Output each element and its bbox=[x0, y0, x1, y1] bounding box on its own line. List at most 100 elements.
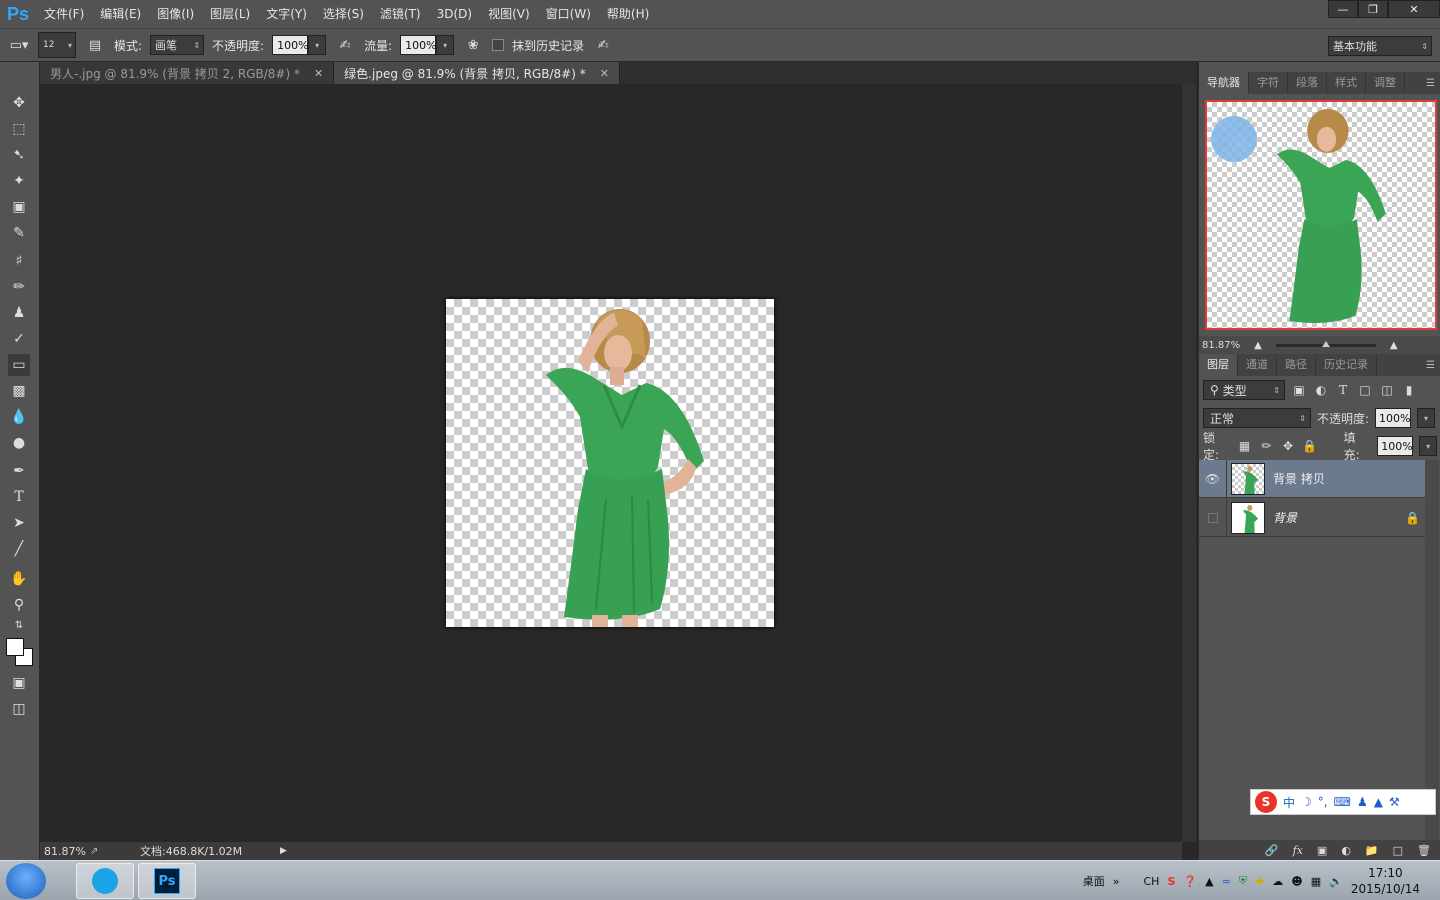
taskbar-app-browser[interactable] bbox=[76, 863, 134, 899]
ime-chinese-mode[interactable]: 中 bbox=[1283, 794, 1295, 811]
tab-styles[interactable]: 样式 bbox=[1327, 72, 1366, 94]
hand-tool-icon[interactable]: ✋ bbox=[8, 568, 30, 590]
tab-paths[interactable]: 路径 bbox=[1277, 354, 1316, 376]
start-button[interactable] bbox=[6, 863, 46, 899]
close-icon[interactable]: ✕ bbox=[600, 67, 609, 80]
tab-paragraph[interactable]: 段落 bbox=[1288, 72, 1327, 94]
swap-colors-icon[interactable]: ⇅ bbox=[8, 618, 30, 632]
move-tool-icon[interactable]: ✥ bbox=[8, 92, 30, 114]
menu-layer[interactable]: 图层(L) bbox=[202, 0, 258, 28]
menu-help[interactable]: 帮助(H) bbox=[599, 0, 657, 28]
brush-panel-icon[interactable]: ▤ bbox=[84, 34, 106, 56]
tab-navigator[interactable]: 导航器 bbox=[1199, 72, 1249, 94]
flow-input[interactable]: 100% bbox=[400, 35, 437, 55]
eye-icon[interactable]: 👁 bbox=[1199, 459, 1227, 498]
stamp-tool-icon[interactable]: ♟ bbox=[8, 302, 30, 324]
share-icon[interactable]: ⇗ bbox=[90, 846, 140, 857]
tab-layers[interactable]: 图层 bbox=[1199, 354, 1238, 376]
tray-expand-icon[interactable]: ▲ bbox=[1205, 875, 1213, 888]
opacity-dropdown[interactable]: ▾ bbox=[308, 35, 327, 55]
menu-select[interactable]: 选择(S) bbox=[315, 0, 372, 28]
skin-icon[interactable]: ▲ bbox=[1374, 795, 1383, 809]
qq-icon[interactable]: ☻ bbox=[1291, 875, 1302, 888]
foreground-color-swatch[interactable] bbox=[6, 638, 24, 656]
network-icon[interactable]: ☁ bbox=[1272, 875, 1283, 888]
filter-toggle-icon[interactable]: ▮ bbox=[1401, 382, 1417, 398]
layer-row-background[interactable]: 背景 🔒 bbox=[1199, 498, 1425, 537]
lock-all-icon[interactable]: 🔒 bbox=[1302, 438, 1318, 454]
layer-name[interactable]: 背景 bbox=[1273, 509, 1405, 526]
tab-history[interactable]: 历史记录 bbox=[1316, 354, 1377, 376]
menu-3d[interactable]: 3D(D) bbox=[429, 0, 480, 28]
tray-app-icon[interactable]: ✚ bbox=[1255, 875, 1264, 888]
dodge-tool-icon[interactable]: ● bbox=[8, 432, 30, 454]
tab-adjustments[interactable]: 调整 bbox=[1366, 72, 1405, 94]
fill-dropdown[interactable]: ▾ bbox=[1419, 436, 1437, 456]
volume-icon[interactable]: 🔊 bbox=[1329, 875, 1343, 888]
minimize-button[interactable]: — bbox=[1328, 0, 1358, 18]
add-mask-icon[interactable]: ▣ bbox=[1317, 844, 1327, 857]
eraser-tool-icon[interactable]: ▭ bbox=[8, 354, 30, 376]
menu-filter[interactable]: 滤镜(T) bbox=[372, 0, 429, 28]
fx-icon[interactable]: fx bbox=[1293, 844, 1303, 857]
close-button[interactable]: ✕ bbox=[1388, 0, 1440, 18]
sogou-tray-icon[interactable]: S bbox=[1167, 875, 1175, 888]
security-shield-icon[interactable]: ⛨ bbox=[1239, 874, 1247, 888]
lock-position-icon[interactable]: ✥ bbox=[1280, 438, 1296, 454]
navigator-preview[interactable] bbox=[1205, 100, 1437, 330]
brush-tool-icon[interactable]: ✏ bbox=[8, 276, 30, 298]
crop-tool-icon[interactable]: ▣ bbox=[8, 196, 30, 218]
taskbar-app-photoshop[interactable]: Ps bbox=[138, 863, 196, 899]
navigator-zoom-slider[interactable] bbox=[1275, 340, 1376, 347]
path-selection-tool-icon[interactable]: ➤ bbox=[8, 512, 30, 534]
tab-man-jpg[interactable]: 男人-.jpg @ 81.9% (背景 拷贝 2, RGB/8#) * ✕ bbox=[40, 62, 335, 84]
workspace-select[interactable]: 基本功能 ⇕ bbox=[1328, 36, 1432, 56]
brush-size-picker[interactable]: 12 ▾ bbox=[38, 32, 76, 58]
menu-window[interactable]: 窗口(W) bbox=[538, 0, 599, 28]
panel-menu-icon[interactable]: ☰ bbox=[1426, 360, 1435, 371]
line-tool-icon[interactable]: ╱ bbox=[8, 538, 30, 560]
keyboard-icon[interactable]: ⌨ bbox=[1334, 795, 1351, 809]
fill-input[interactable]: 100% bbox=[1377, 436, 1414, 456]
zoom-in-icon[interactable]: ▲ bbox=[1390, 340, 1398, 351]
layer-row-background-copy[interactable]: 👁 背景 拷贝 bbox=[1199, 459, 1425, 498]
settings-wrench-icon[interactable]: ⚒ bbox=[1389, 795, 1400, 809]
erase-history-checkbox[interactable] bbox=[492, 39, 505, 51]
flow-dropdown[interactable]: ▾ bbox=[436, 35, 455, 55]
lock-image-icon[interactable]: ✏ bbox=[1258, 438, 1274, 454]
menu-edit[interactable]: 编辑(E) bbox=[92, 0, 149, 28]
user-icon[interactable]: ♟ bbox=[1357, 795, 1368, 809]
visibility-toggle[interactable] bbox=[1199, 498, 1227, 537]
filter-adjustment-icon[interactable]: ◐ bbox=[1313, 382, 1329, 398]
filter-pixel-icon[interactable]: ▣ bbox=[1291, 382, 1307, 398]
healing-brush-tool-icon[interactable]: ♯ bbox=[8, 250, 30, 272]
quick-mask-icon[interactable]: ▣ bbox=[8, 672, 30, 694]
filter-type-icon[interactable]: T bbox=[1335, 382, 1351, 398]
blend-mode-select[interactable]: 正常 ⇕ bbox=[1203, 408, 1311, 428]
layer-name[interactable]: 背景 拷贝 bbox=[1273, 470, 1425, 487]
help-icon[interactable]: ❓ bbox=[1183, 875, 1197, 888]
close-icon[interactable]: ✕ bbox=[314, 67, 323, 80]
filter-smart-object-icon[interactable]: ◫ bbox=[1379, 382, 1395, 398]
layer-opacity-dropdown[interactable]: ▾ bbox=[1417, 408, 1436, 428]
filter-shape-icon[interactable]: □ bbox=[1357, 382, 1373, 398]
menu-file[interactable]: 文件(F) bbox=[36, 0, 92, 28]
layers-scrollbar[interactable] bbox=[1425, 460, 1439, 840]
menu-view[interactable]: 视图(V) bbox=[480, 0, 538, 28]
blur-tool-icon[interactable]: 💧 bbox=[8, 406, 30, 428]
navigator-zoom-value[interactable]: 81.87% bbox=[1202, 340, 1240, 351]
tab-character[interactable]: 字符 bbox=[1249, 72, 1288, 94]
half-width-icon[interactable]: ☽ bbox=[1301, 795, 1312, 809]
menu-type[interactable]: 文字(Y) bbox=[258, 0, 315, 28]
zoom-level[interactable]: 81.87% bbox=[40, 845, 90, 858]
zoom-out-icon[interactable]: ▲ bbox=[1254, 340, 1262, 351]
restore-button[interactable]: ❐ bbox=[1358, 0, 1388, 18]
pen-tool-icon[interactable]: ✒ bbox=[8, 460, 30, 482]
screen-mode-icon[interactable]: ◫ bbox=[8, 698, 30, 720]
zoom-tool-icon[interactable]: ⚲ bbox=[8, 594, 30, 616]
toolbar-expand-icon[interactable]: » bbox=[1113, 875, 1120, 888]
layer-filter-select[interactable]: ⚲ 类型 ⇕ bbox=[1203, 380, 1285, 400]
pressure-opacity-icon[interactable]: ✍ bbox=[334, 34, 356, 56]
status-menu-arrow-icon[interactable]: ▶ bbox=[280, 846, 287, 856]
airbrush-icon[interactable]: ❀ bbox=[462, 34, 484, 56]
